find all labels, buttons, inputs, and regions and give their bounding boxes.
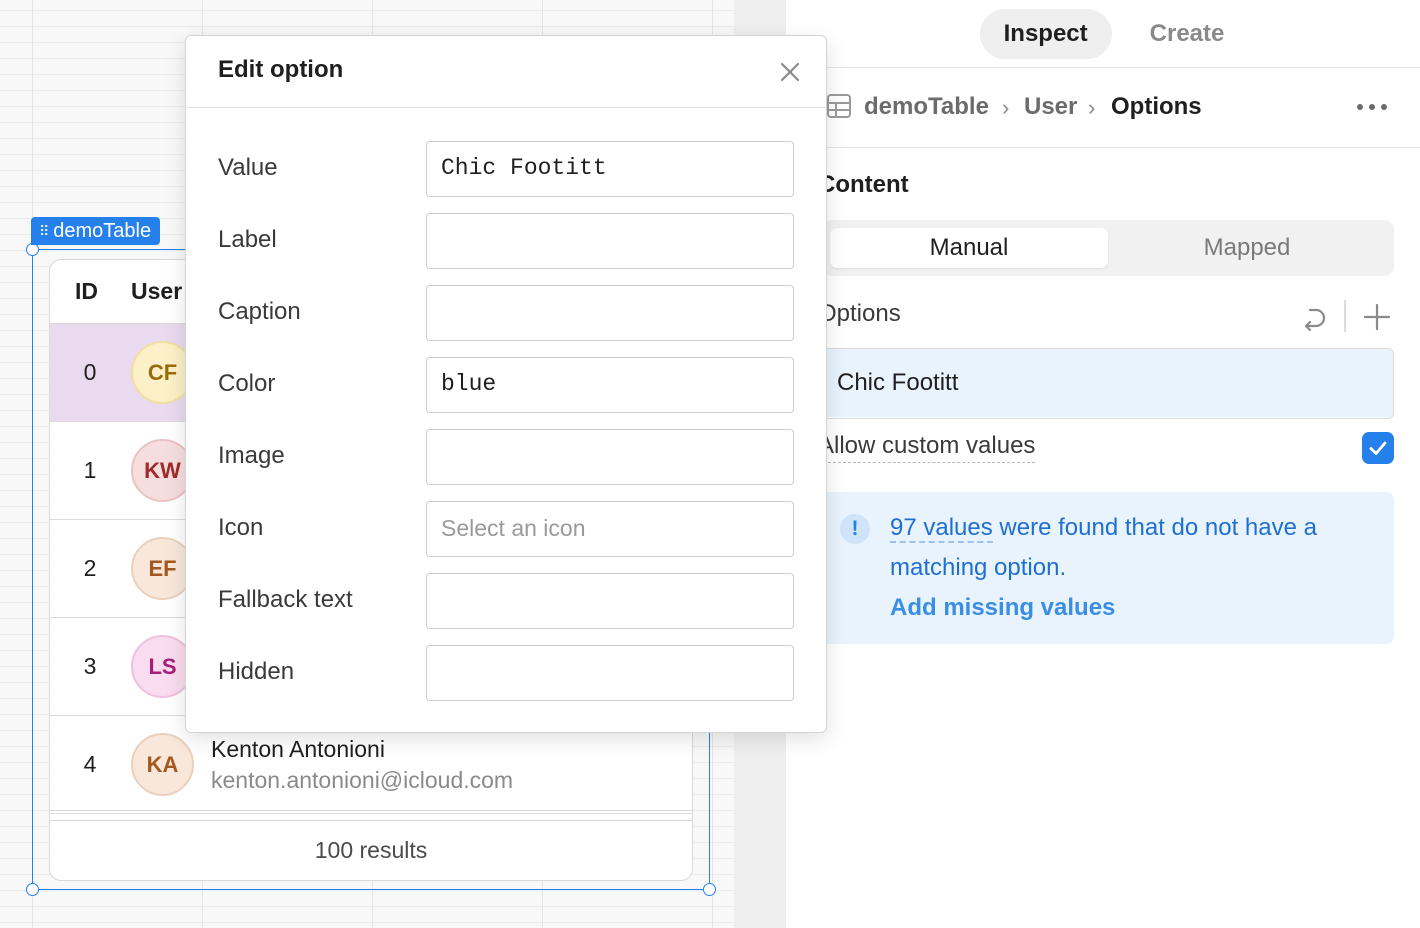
section-title-content: Content (818, 171, 909, 198)
allow-custom-values-label: Allow custom values (818, 432, 1036, 463)
tab-create[interactable]: Create (1126, 9, 1249, 59)
field-label-caption: Caption (218, 298, 301, 325)
tab-inspect[interactable]: Inspect (979, 8, 1112, 59)
component-tag[interactable]: ⠿ demoTable (31, 217, 161, 245)
chevron-right-icon: › (1088, 95, 1096, 120)
caption-input[interactable] (426, 285, 794, 341)
options-label: Options (818, 300, 901, 327)
add-option-icon[interactable] (1362, 302, 1392, 332)
image-input[interactable] (426, 429, 794, 485)
fallback-text-input[interactable] (426, 573, 794, 629)
field-label-color: Color (218, 370, 276, 397)
mode-mapped-button[interactable]: Mapped (1108, 228, 1386, 268)
dialog-header: Edit option (186, 36, 826, 108)
hidden-input[interactable] (426, 645, 794, 701)
toolbar-divider (1344, 300, 1346, 332)
content-mode-toggle: Manual Mapped (822, 220, 1394, 276)
breadcrumb: demoTable › User › Options (786, 68, 1420, 148)
options-list: Chic Footitt (822, 348, 1394, 419)
breadcrumb-item-column[interactable]: User (1024, 92, 1077, 122)
field-label-label: Label (218, 226, 277, 253)
label-input[interactable] (426, 213, 794, 269)
field-row-image: Image (186, 429, 828, 485)
drag-grip-icon[interactable]: ⠿ (39, 217, 49, 245)
reset-icon[interactable] (1300, 300, 1332, 332)
field-label-image: Image (218, 442, 285, 469)
field-label-value: Value (218, 154, 278, 181)
table-icon (827, 94, 851, 118)
notice-message: 97 values were found that do not have a … (890, 508, 1370, 588)
field-row-fallback-text: Fallback text (186, 573, 828, 629)
field-row-value: Value Chic Footitt (186, 141, 828, 197)
field-row-hidden: Hidden (186, 645, 828, 701)
field-label-hidden: Hidden (218, 658, 295, 685)
more-options-icon[interactable] (1352, 92, 1392, 122)
field-row-icon: Icon Select an icon (186, 501, 828, 557)
field-label-fallback-text: Fallback text (218, 586, 353, 613)
inspector-panel: Inspect Create demoTable › User › Option… (786, 0, 1420, 928)
field-row-color: Color blue (186, 357, 828, 413)
field-label-icon: Icon (218, 514, 264, 541)
option-item[interactable]: Chic Footitt (823, 349, 1393, 417)
notice-count[interactable]: 97 values (890, 514, 993, 543)
field-row-caption: Caption (186, 285, 828, 341)
breadcrumb-item-current: Options (1111, 93, 1202, 120)
allow-custom-values-checkbox[interactable] (1362, 432, 1394, 464)
component-tag-label: demoTable (53, 220, 152, 242)
info-exclamation-icon: ! (840, 514, 870, 544)
mode-manual-button[interactable]: Manual (830, 228, 1108, 268)
missing-values-notice: ! 97 values were found that do not have … (822, 492, 1394, 644)
chevron-right-icon: › (1002, 95, 1010, 120)
close-icon (780, 62, 800, 82)
breadcrumb-item-table[interactable]: demoTable (864, 92, 989, 122)
resize-handle-bottom-right[interactable] (703, 883, 716, 896)
dialog-title: Edit option (218, 56, 344, 83)
checkmark-icon (1369, 441, 1387, 455)
value-input[interactable]: Chic Footitt (426, 141, 794, 197)
field-row-label: Label (186, 213, 828, 269)
icon-select[interactable]: Select an icon (426, 501, 794, 557)
close-button[interactable] (776, 58, 804, 86)
panel-tabs: Inspect Create (786, 0, 1420, 68)
resize-handle-bottom-left[interactable] (26, 883, 39, 896)
add-missing-values-link[interactable]: Add missing values (890, 588, 1115, 628)
color-input[interactable]: blue (426, 357, 794, 413)
edit-option-dialog: Edit option Value Chic Footitt Label Captio… (185, 35, 827, 733)
